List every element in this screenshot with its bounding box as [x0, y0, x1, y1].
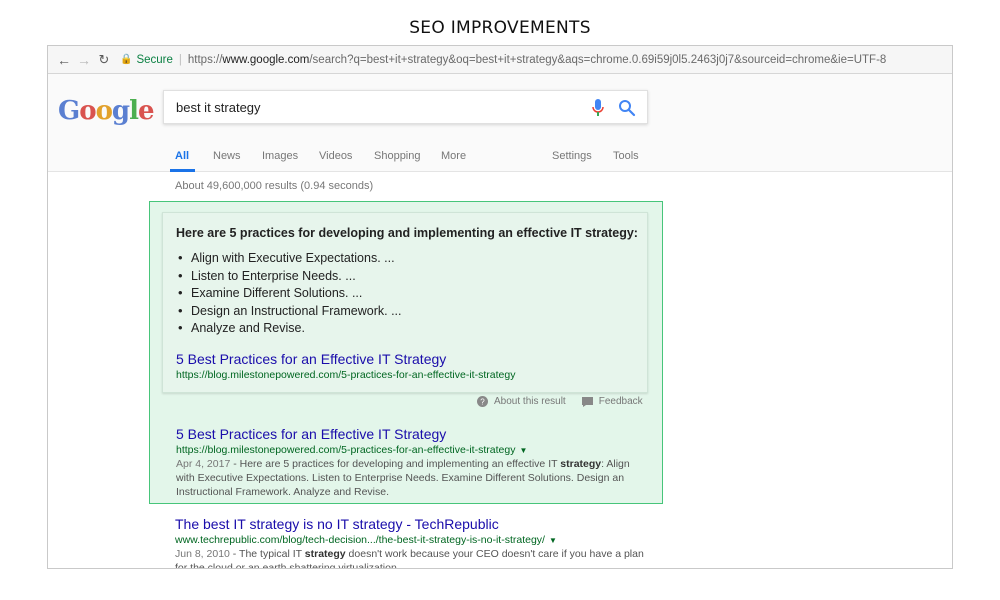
forward-arrow-icon[interactable]: →	[74, 52, 94, 68]
logo-letter: o	[79, 96, 96, 126]
search-tabs: All News Images Videos Shopping More Set…	[163, 144, 643, 172]
result-url-text: https://blog.milestonepowered.com/5-prac…	[176, 444, 516, 456]
snippet-list-item: Design an Instructional Framework. ...	[176, 303, 402, 322]
snippet-footer: ? About this result Feedback	[477, 396, 643, 407]
back-arrow-icon[interactable]: ←	[54, 52, 74, 68]
result-url: https://blog.milestonepowered.com/5-prac…	[176, 444, 527, 456]
microphone-icon[interactable]	[591, 98, 605, 118]
about-this-result-link[interactable]: About this result	[494, 396, 566, 407]
snippet-list: Align with Executive Expectations. ... L…	[176, 250, 402, 339]
address-divider: |	[178, 53, 182, 66]
result-date: Apr 4, 2017	[176, 458, 231, 470]
snippet-list-item: Align with Executive Expectations. ...	[176, 250, 402, 269]
logo-letter: o	[95, 96, 113, 126]
url-dropdown-icon[interactable]: ▼	[519, 446, 527, 455]
snippet-list-item: Examine Different Solutions. ...	[176, 285, 402, 304]
result-snippet-text: - Here are 5 practices for developing an…	[230, 458, 561, 470]
browser-window: ← → ↻ 🔒 Secure | https://www.google.com /…	[47, 45, 953, 569]
url-path[interactable]: /search?q=best+it+strategy&oq=best+it+st…	[309, 54, 886, 66]
snippet-list-item: Listen to Enterprise Needs. ...	[176, 268, 402, 287]
tab-shopping[interactable]: Shopping	[374, 150, 421, 162]
snippet-link[interactable]: 5 Best Practices for an Effective IT Str…	[176, 351, 446, 367]
tab-news[interactable]: News	[213, 150, 241, 162]
active-tab-indicator	[170, 169, 195, 172]
result-description: Jun 8, 2010 - The typical IT strategy do…	[175, 547, 645, 568]
search-query[interactable]: best it strategy	[176, 100, 261, 115]
result-description: Apr 4, 2017 - Here are 5 practices for d…	[176, 457, 646, 499]
logo-letter: l	[129, 96, 139, 126]
seo-highlight-box: Here are 5 practices for developing and …	[149, 201, 663, 504]
url-protocol[interactable]: https://	[188, 54, 223, 66]
search-icon[interactable]	[618, 99, 636, 117]
snippet-url: https://blog.milestonepowered.com/5-prac…	[176, 369, 516, 381]
google-doodle-logo[interactable]: Google	[58, 96, 155, 126]
result-bold-term: strategy	[304, 548, 346, 560]
google-header: Google best it strategy All News Images …	[48, 74, 952, 172]
result-url: www.techrepublic.com/blog/tech-decision.…	[175, 534, 557, 546]
snippet-title: Here are 5 practices for developing and …	[176, 226, 638, 240]
url-host[interactable]: www.google.com	[222, 54, 309, 66]
logo-letter: G	[58, 96, 80, 126]
snippet-list-item: Analyze and Revise.	[176, 320, 402, 339]
address-bar[interactable]: ← → ↻ 🔒 Secure | https://www.google.com /…	[48, 46, 952, 74]
lock-icon: 🔒	[120, 54, 133, 65]
tab-videos[interactable]: Videos	[319, 150, 352, 162]
logo-letter: e	[137, 96, 155, 126]
result-stats: About 49,600,000 results (0.94 seconds)	[175, 180, 374, 192]
result-snippet-text: - The typical IT	[229, 548, 305, 560]
search-input[interactable]: best it strategy	[163, 90, 648, 124]
result-url-text: www.techrepublic.com/blog/tech-decision.…	[175, 534, 545, 546]
featured-snippet: Here are 5 practices for developing and …	[162, 212, 648, 393]
logo-letter: g	[111, 96, 130, 126]
feedback-icon[interactable]	[581, 396, 593, 407]
result-date: Jun 8, 2010	[175, 548, 230, 560]
tab-tools[interactable]: Tools	[613, 150, 639, 162]
tab-more[interactable]: More	[441, 150, 466, 162]
secure-label: Secure	[136, 53, 173, 66]
tab-settings[interactable]: Settings	[552, 150, 592, 162]
result-bold-term: strategy	[560, 458, 602, 470]
url-dropdown-icon[interactable]: ▼	[549, 536, 557, 545]
page-heading: SEO IMPROVEMENTS	[409, 18, 591, 38]
result-title[interactable]: 5 Best Practices for an Effective IT Str…	[176, 426, 446, 442]
svg-text:?: ?	[480, 398, 485, 407]
feedback-link[interactable]: Feedback	[599, 396, 643, 407]
tab-images[interactable]: Images	[262, 150, 298, 162]
tab-all[interactable]: All	[175, 150, 189, 162]
help-icon[interactable]: ?	[477, 396, 488, 407]
result-title[interactable]: The best IT strategy is no IT strategy -…	[175, 516, 499, 532]
reload-icon[interactable]: ↻	[94, 52, 114, 68]
